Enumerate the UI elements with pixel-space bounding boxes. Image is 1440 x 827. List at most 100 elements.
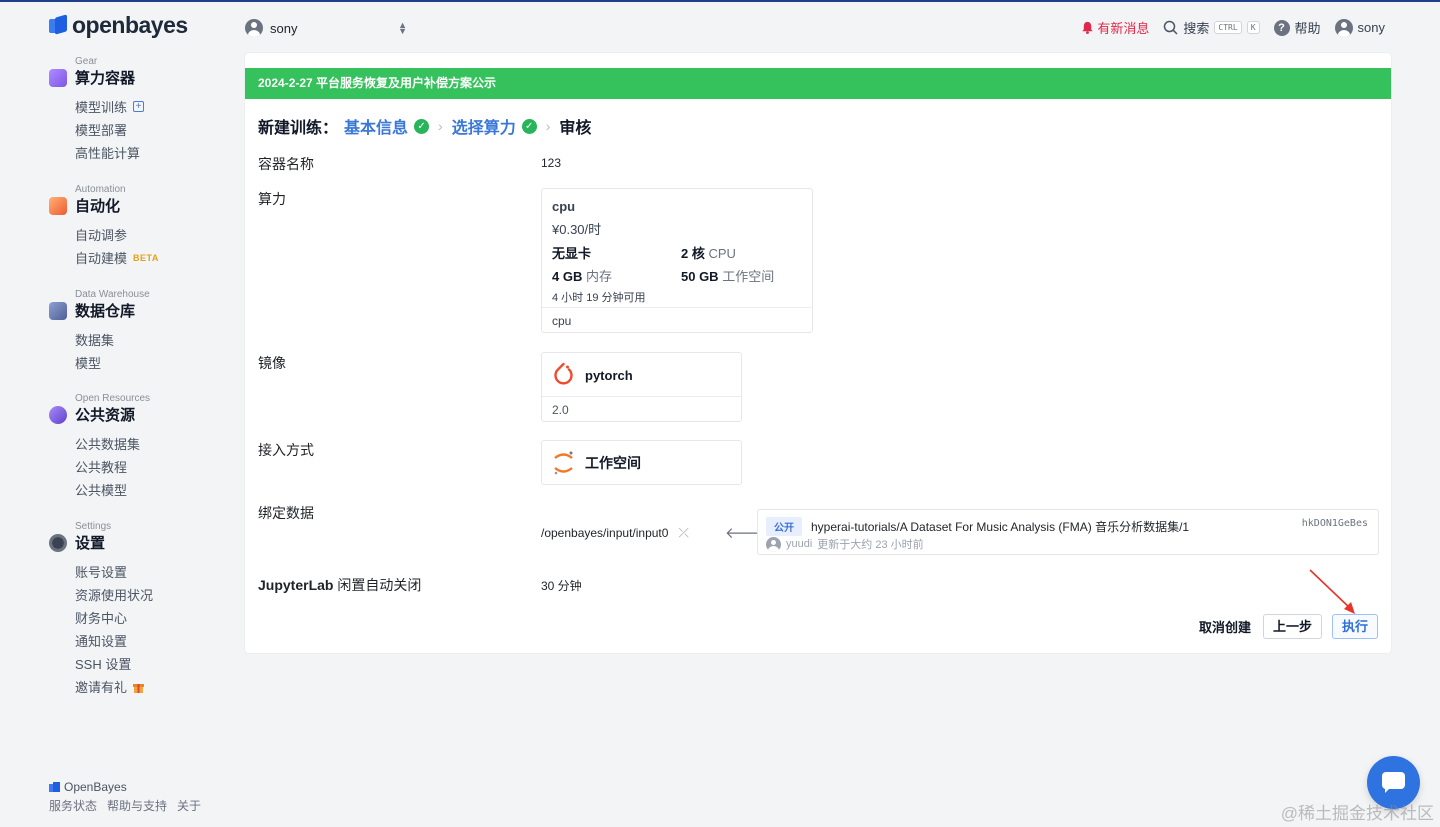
topbar-right: 有新消息 搜索 CTRL K ? 帮助 sony xyxy=(1081,18,1385,37)
dataset-card[interactable]: 公开 hyperai-tutorials/A Dataset For Music… xyxy=(757,509,1379,555)
image-version: 2.0 xyxy=(542,396,741,421)
nav-settings[interactable]: 设置 xyxy=(49,532,105,553)
sidebar-item-label: 模型训练 xyxy=(75,100,128,115)
sidebar-item-automl[interactable]: 自动建模 BETA xyxy=(75,248,159,267)
gift-icon xyxy=(133,683,145,693)
avatar xyxy=(245,19,263,37)
gear-footer: cpu xyxy=(542,307,812,332)
idle-label-bold: JupyterLab xyxy=(258,577,334,593)
footer-link-status[interactable]: 服务状态 xyxy=(49,797,97,814)
image-card: pytorch 2.0 xyxy=(541,352,742,422)
sidebar-item-public-datasets[interactable]: 公共数据集 xyxy=(75,434,140,453)
watermark: @稀土掘金技术社区 xyxy=(1280,804,1434,823)
footer-link-help[interactable]: 帮助与支持 xyxy=(107,797,167,814)
sidebar-item-ssh[interactable]: SSH 设置 xyxy=(75,654,131,673)
avatar xyxy=(1334,18,1353,37)
sidebar-item-invite[interactable]: 邀请有礼 xyxy=(75,677,145,696)
sidebar-item-model-training[interactable]: 模型训练 + xyxy=(75,97,145,116)
sidebar-item-label: 资源使用状况 xyxy=(75,588,154,603)
idle-shutdown-label: JupyterLab 闲置自动关闭 xyxy=(258,575,421,595)
group-title: 数据仓库 xyxy=(75,303,136,320)
sidebar-item-label: 高性能计算 xyxy=(75,146,141,161)
sidebar-item-autotune[interactable]: 自动调参 xyxy=(75,225,127,244)
visibility-badge: 公开 xyxy=(766,517,802,536)
gear-gpu: 无显卡 xyxy=(552,246,592,261)
chevron-right-icon: › xyxy=(545,118,551,134)
avatar xyxy=(766,536,781,552)
gear-name: cpu xyxy=(552,199,576,214)
gear-availability: 4 小时 19 分钟可用 xyxy=(552,292,646,304)
bind-data-label: 绑定数据 xyxy=(258,505,314,521)
sidebar-item-label: 模型 xyxy=(75,356,102,371)
kbd-k: K xyxy=(1246,21,1260,34)
sidebar-item-label: 自动建模 xyxy=(75,251,128,266)
beta-badge: BETA xyxy=(133,252,159,263)
sidebar-item-public-models[interactable]: 公共模型 xyxy=(75,480,127,499)
help-label: 帮助 xyxy=(1294,21,1321,36)
sidebar-footer: OpenBayes 服务状态 帮助与支持 关于 xyxy=(49,780,201,814)
dataset-updated: 更新于大约 23 小时前 xyxy=(817,539,924,551)
image-name: pytorch xyxy=(585,367,633,383)
search-button[interactable]: 搜索 CTRL K xyxy=(1163,18,1260,37)
group-caption: Data Warehouse xyxy=(75,289,150,300)
sidebar-item-datasets[interactable]: 数据集 xyxy=(75,330,114,349)
resources-icon xyxy=(49,405,67,424)
sidebar-item-label: 自动调参 xyxy=(75,228,128,243)
database-icon xyxy=(49,301,67,320)
user-menu[interactable]: sony xyxy=(1334,18,1385,37)
gear-label: 算力 xyxy=(258,191,286,207)
sidebar-item-label: 通知设置 xyxy=(75,634,128,649)
search-label: 搜索 xyxy=(1183,21,1210,36)
gear-specs: 无显卡 2 核 CPU 4 GB 内存 50 GB 工作空间 xyxy=(552,243,802,285)
sidebar-item-notifications[interactable]: 通知设置 xyxy=(75,631,127,650)
footer-brand-name: OpenBayes xyxy=(64,780,127,794)
gear-memory-unit: 内存 xyxy=(585,269,612,284)
group-title: 设置 xyxy=(75,535,106,552)
stepper: 新建训练： 基本信息 ✓ › 选择算力 ✓ › 审核 xyxy=(258,114,591,138)
sidebar-item-public-tutorials[interactable]: 公共教程 xyxy=(75,457,127,476)
nav-gear[interactable]: 算力容器 xyxy=(49,67,135,88)
sidebar-item-usage[interactable]: 资源使用状况 xyxy=(75,585,153,604)
sidebar-item-label: 数据集 xyxy=(75,333,115,348)
sidebar-item-models[interactable]: 模型 xyxy=(75,353,101,372)
workspace-switcher[interactable]: sony ▲ ▼ xyxy=(245,18,407,38)
announcement-banner[interactable]: 2024-2-27 平台服务恢复及用户补偿方案公示 xyxy=(245,68,1391,99)
bell-icon xyxy=(1082,21,1093,34)
cancel-button[interactable]: 取消创建 xyxy=(1199,617,1251,636)
sidebar: openbayes Gear 算力容器 模型训练 + 模型部署 高性能计算 Au… xyxy=(0,0,230,827)
notifications-link[interactable]: 有新消息 xyxy=(1081,18,1149,37)
gear-disk: 50 GB xyxy=(681,269,719,284)
notifications-label: 有新消息 xyxy=(1097,21,1150,36)
review-card: 2024-2-27 平台服务恢复及用户补偿方案公示 新建训练： 基本信息 ✓ ›… xyxy=(245,53,1391,653)
nav-data-warehouse[interactable]: 数据仓库 xyxy=(49,300,135,321)
nav-automation[interactable]: 自动化 xyxy=(49,195,120,216)
nav-open-resources[interactable]: 公共资源 xyxy=(49,404,135,425)
step-basic-info[interactable]: 基本信息 xyxy=(344,114,408,138)
logo[interactable]: openbayes xyxy=(49,12,188,39)
gear-card: cpu ¥0.30/时 无显卡 2 核 CPU 4 GB 内存 50 GB 工作… xyxy=(541,188,813,333)
sidebar-item-label: 邀请有礼 xyxy=(75,680,128,695)
footer-link-about[interactable]: 关于 xyxy=(177,797,201,814)
group-title: 算力容器 xyxy=(75,70,136,87)
gear-disk-unit: 工作空间 xyxy=(722,269,775,284)
help-link[interactable]: ? 帮助 xyxy=(1273,18,1321,37)
automation-icon xyxy=(49,196,67,215)
group-caption: Gear xyxy=(75,56,98,67)
sidebar-item-hpc[interactable]: 高性能计算 xyxy=(75,143,140,162)
stepper-prefix: 新建训练： xyxy=(258,120,339,137)
sidebar-item-finance[interactable]: 财务中心 xyxy=(75,608,127,627)
step-select-gear[interactable]: 选择算力 xyxy=(452,114,516,138)
add-icon[interactable]: + xyxy=(133,101,145,112)
dataset-name[interactable]: hyperai-tutorials/A Dataset For Music An… xyxy=(811,518,1189,535)
container-name-label: 容器名称 xyxy=(258,156,314,172)
logo-icon xyxy=(49,14,68,35)
check-icon: ✓ xyxy=(414,118,430,134)
group-title: 自动化 xyxy=(75,198,121,215)
step-review: 审核 xyxy=(559,120,592,137)
sidebar-item-account[interactable]: 账号设置 xyxy=(75,562,127,581)
sidebar-item-label: 公共数据集 xyxy=(75,437,141,452)
unlink-icon[interactable]: ⤫ xyxy=(678,525,688,541)
pytorch-icon xyxy=(554,362,573,385)
idle-label-rest: 闲置自动关闭 xyxy=(333,577,422,593)
sidebar-item-model-deploy[interactable]: 模型部署 xyxy=(75,120,127,139)
